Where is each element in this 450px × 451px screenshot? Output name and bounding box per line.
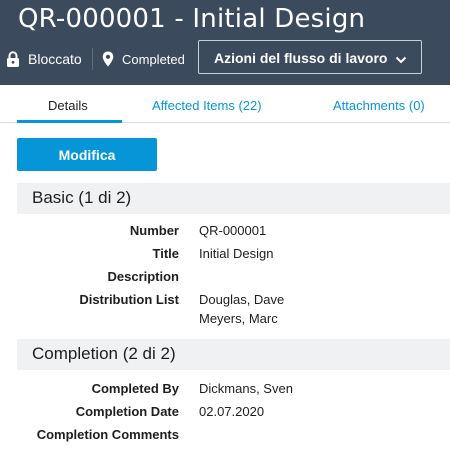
workflow-state: Completed — [122, 52, 185, 67]
field-label-completed-by: Completed By — [91, 381, 179, 396]
active-tab-indicator — [17, 120, 122, 123]
location-pin-icon — [102, 51, 114, 67]
section-title: Basic (1 di 2) — [32, 188, 132, 207]
tab-details[interactable]: Details — [48, 98, 88, 113]
field-value-completion-date: 02.07.2020 — [199, 404, 265, 419]
edit-button-label: Modifica — [58, 147, 116, 163]
edit-button[interactable]: Modifica — [17, 138, 157, 171]
workflow-actions-label: Azioni del flusso di lavoro — [214, 50, 388, 66]
field-label-completion-date: Completion Date — [75, 404, 179, 419]
field-value-distribution-list: Douglas, Dave — [199, 292, 285, 307]
item-header: QR-000001 - Initial Design Bloccato Comp… — [0, 0, 450, 85]
section-completion-header[interactable]: Completion (2 di 2) — [17, 339, 450, 370]
field-value-title: Initial Design — [199, 246, 274, 261]
tab-attachments[interactable]: Attachments (0) — [333, 98, 425, 113]
field-value-distribution-list-line2: Meyers, Marc — [199, 311, 278, 326]
field-label-title: Title — [152, 246, 180, 261]
status-row: Bloccato Completed Azioni del flusso di … — [0, 40, 450, 76]
divider — [92, 48, 93, 70]
field-value-completed-by: Dickmans, Sven — [199, 381, 293, 396]
field-label-description: Description — [107, 269, 179, 284]
workflow-actions-button[interactable]: Azioni del flusso di lavoro — [198, 40, 422, 74]
lock-status: Bloccato — [28, 51, 82, 67]
section-basic-header[interactable]: Basic (1 di 2) — [17, 183, 450, 214]
section-title: Completion (2 di 2) — [32, 344, 176, 363]
field-value-number: QR-000001 — [199, 223, 267, 238]
tab-bar: Details Affected Items (22) Attachments … — [0, 86, 450, 123]
chevron-down-icon — [395, 52, 407, 64]
field-label-completion-comments: Completion Comments — [36, 427, 179, 442]
tab-affected-items[interactable]: Affected Items (22) — [152, 98, 262, 113]
lock-icon — [6, 51, 20, 67]
field-label-number: Number — [129, 223, 179, 238]
field-label-distribution-list: Distribution List — [79, 292, 179, 307]
page-title: QR-000001 - Initial Design — [18, 4, 366, 34]
